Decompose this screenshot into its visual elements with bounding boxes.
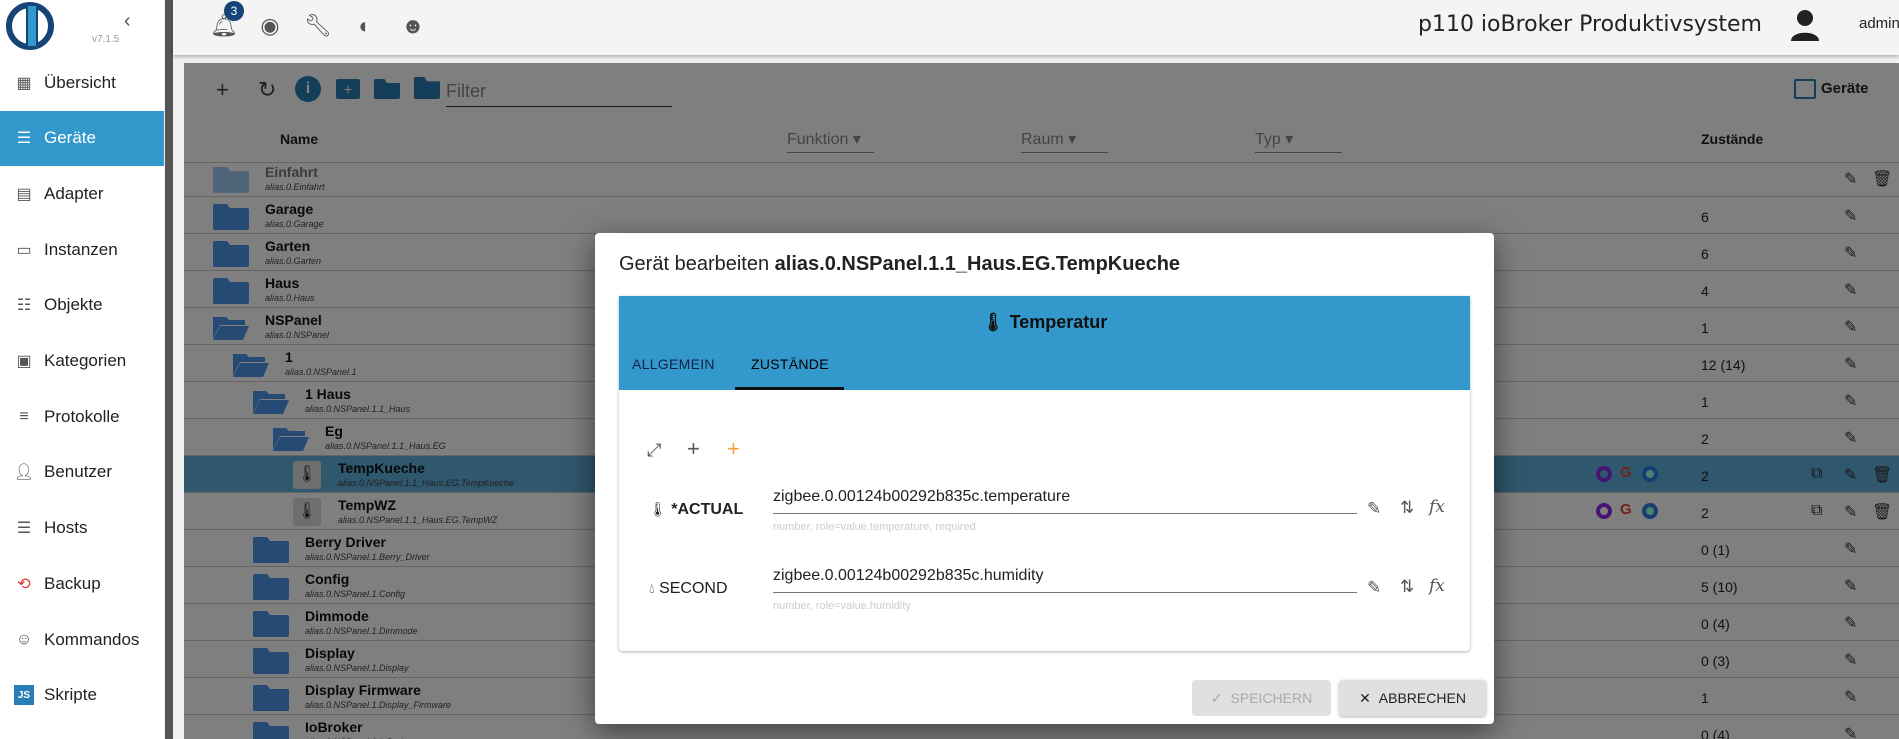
state-helper-text: number, role=value.humidity [773,600,911,612]
sidebar-item-instanzen[interactable]: ▭ Instanzen [0,222,164,277]
swap-icon[interactable]: ⇅ [1400,498,1414,518]
expand-icon[interactable]: ⤢ [647,440,661,461]
sidebar-item-label: Geräte [44,128,96,148]
version-label: v7.1.5 [92,34,120,45]
add-optional-state-icon[interactable]: + [727,436,740,462]
save-label: SPEICHERN [1230,690,1313,706]
sidebar-item-adapter[interactable]: ▤ Adapter [0,166,164,221]
sidebar-item-kommandos[interactable]: ☺ Kommandos [0,612,164,667]
system-title: p110 ioBroker Produktivsystem [1417,12,1762,37]
check-icon: ✓ [1210,689,1223,706]
user-icon: 👤︎ [13,464,35,482]
humidity-icon: 💧︎ [649,580,655,596]
javascript-icon: JS [14,685,34,706]
devices-icon: ☰ [16,130,32,148]
eye-icon[interactable]: ◉ [256,12,284,40]
sidebar-item-label: Benutzer [44,462,113,482]
wrench-icon[interactable]: 🔧︎ [304,12,332,40]
store-icon: ▤ [16,185,32,203]
edit-icon[interactable]: ✎ [1367,499,1381,519]
sidebar-item-objekte[interactable]: ☷ Objekte [0,278,164,333]
sidebar-item-protokolle[interactable]: ≡ Protokolle [0,389,164,444]
commands-icon: ☺ [15,630,33,648]
sidebar-item-übersicht[interactable]: ▦ Übersicht [0,55,164,110]
sidebar: v7.1.5 ‹ ▦ Übersicht ☰ Geräte ▤ Adapter ▭ Insta… [0,0,164,739]
tab-allgemein[interactable]: ALLGEMEIN [632,356,715,372]
state-label: 🌡︎ *ACTUAL [649,501,743,519]
brightness-icon[interactable]: ◐ [351,12,379,40]
device-card: 🌡︎ Temperatur ALLGEMEIN ZUSTÄNDE ⤢ + + 🌡… [619,296,1470,651]
sidebar-item-label: Instanzen [44,239,118,259]
sidebar-item-hosts[interactable]: ☰ Hosts [0,501,164,556]
thermometer-icon: 🌡︎ [981,312,1005,332]
hosts-icon: ☰ [16,520,32,538]
sidebar-item-label: Hosts [44,518,88,538]
sidebar-item-label: Kategorien [44,351,127,370]
thermometer-icon: 🌡︎ [649,501,667,517]
active-tab-indicator [735,387,844,390]
device-card-header: 🌡︎ Temperatur ALLGEMEIN ZUSTÄNDE [619,296,1470,390]
function-icon[interactable]: fx [1429,497,1445,517]
dialog-title-prefix: Gerät bearbeiten [619,253,770,275]
save-button[interactable]: ✓ SPEICHERN [1192,680,1331,716]
list-icon: ☷ [16,297,32,315]
iobroker-logo[interactable] [6,2,54,50]
edit-icon[interactable]: ✎ [1367,578,1381,598]
expert-mode-icon[interactable]: ☻ [399,12,427,40]
edit-device-dialog: Gerät bearbeiten alias.0.NSPanel.1.1_Hau… [595,233,1494,724]
username: admin [1859,15,1899,32]
swap-icon[interactable]: ⇅ [1400,577,1414,597]
sidebar-item-kategorien[interactable]: ▣ Kategorien [0,334,164,389]
sidebar-item-label: Skripte [44,685,97,705]
cancel-label: ABBRECHEN [1378,690,1466,706]
sidebar-item-label: Kommandos [44,629,140,649]
sidebar-item-label: Protokolle [44,406,120,426]
state-id-input[interactable]: zigbee.0.00124b00292b835c.humidity [773,567,1357,593]
state-id-input[interactable]: zigbee.0.00124b00292b835c.temperature [773,488,1357,514]
notification-badge: 3 [224,1,244,21]
sidebar-item-label: Adapter [44,183,104,203]
tab-zustaende[interactable]: ZUSTÄNDE [751,356,829,372]
sidebar-item-backup[interactable]: ⟲ Backup [0,556,164,611]
state-name: SECOND [659,580,728,597]
instances-icon: ▭ [16,241,32,259]
sidebar-item-benutzer[interactable]: 👤︎ Benutzer [0,445,164,500]
sidebar-scrollbar[interactable] [165,0,173,739]
categories-icon: ▣ [16,353,32,370]
sidebar-item-label: Backup [44,573,101,593]
device-type-title: 🌡︎ Temperatur [619,312,1470,333]
device-type-label: Temperatur [1009,312,1108,332]
sidebar-item-geräte[interactable]: ☰ Geräte [0,110,164,166]
sidebar-item-label: Objekte [44,295,103,315]
sidebar-item-label: Übersicht [44,72,116,92]
logs-icon: ≡ [19,407,29,425]
dialog-title: Gerät bearbeiten alias.0.NSPanel.1.1_Hau… [619,253,1180,276]
collapse-sidebar-icon[interactable]: ‹ [124,10,131,33]
function-icon[interactable]: fx [1429,576,1445,596]
backup-icon: ⟲ [17,575,31,593]
dialog-title-id: alias.0.NSPanel.1.1_Haus.EG.TempKueche [774,253,1181,275]
close-icon: ✕ [1359,689,1371,706]
state-name: *ACTUAL [671,501,744,518]
state-helper-text: number, role=value.temperature, required [773,521,976,533]
add-state-icon[interactable]: + [687,436,700,462]
user-icon[interactable] [1790,8,1820,42]
grid-icon: ▦ [16,74,32,92]
sidebar-item-skripte[interactable]: JS Skripte [0,668,164,723]
cancel-button[interactable]: ✕ ABBRECHEN [1339,680,1486,716]
state-label: 💧︎ SECOND [649,580,728,598]
